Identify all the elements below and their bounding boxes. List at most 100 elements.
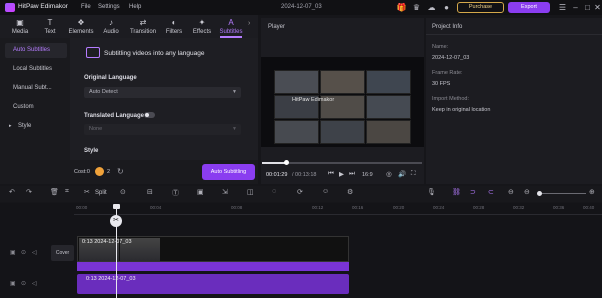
caret-down-icon: ▼: [232, 126, 237, 132]
close-icon[interactable]: ✕: [592, 2, 602, 13]
coin-icon: [95, 167, 104, 176]
refresh-icon[interactable]: ↻: [117, 167, 124, 176]
tab-elements[interactable]: ❖ Elements: [65, 15, 97, 38]
text-icon[interactable]: Ⓣ: [172, 188, 179, 198]
account-icon[interactable]: ●: [441, 2, 452, 13]
ruler-tick: 00:04: [150, 205, 162, 210]
snap-icon[interactable]: ⊂: [488, 188, 494, 196]
auto-subtitling-button[interactable]: Auto Subtitling: [202, 164, 255, 180]
aspect-ratio-select[interactable]: 16:9: [362, 172, 373, 178]
audio-detach-icon[interactable]: ⇲: [222, 188, 228, 196]
tab-effects[interactable]: ✦ Effects: [189, 15, 215, 38]
mask-icon[interactable]: ◌: [272, 188, 276, 195]
play-icon[interactable]: ▶: [339, 170, 344, 178]
tab-subtitles[interactable]: A Subtitles: [217, 15, 245, 38]
track-mute-icon[interactable]: ◁: [32, 249, 37, 256]
crop-icon[interactable]: ⌗: [65, 188, 69, 196]
freeze-icon[interactable]: ◫: [247, 188, 254, 196]
track-visible-icon[interactable]: ▣: [10, 249, 16, 256]
cost-label: Cost:0: [74, 169, 90, 175]
fullscreen-icon[interactable]: ⛶: [411, 170, 416, 178]
ruler-tick: 00:40: [583, 205, 595, 210]
app-logo-icon: [5, 3, 15, 12]
zoom-slider[interactable]: [541, 193, 586, 194]
split-button[interactable]: Split: [95, 190, 107, 196]
app-title: HitPaw Edimakor: [18, 3, 68, 10]
subtitle-track-strip[interactable]: [77, 262, 349, 271]
caret-down-icon: ▼: [232, 89, 237, 95]
scissors-icon[interactable]: ✂: [84, 188, 90, 196]
cloud-icon[interactable]: ☁: [426, 2, 437, 13]
translated-language-select[interactable]: None ▼: [84, 124, 241, 135]
subnav-auto-subtitles[interactable]: Auto Subtitles: [5, 43, 67, 58]
audio-track-visible-icon[interactable]: ▣: [10, 280, 16, 287]
tab-filters[interactable]: ◐ Filters: [162, 15, 186, 38]
name-value: 2024-12-07_03: [432, 55, 470, 61]
skip-forward-icon[interactable]: ⏭: [349, 170, 355, 178]
microphone-icon[interactable]: 🎙: [427, 188, 436, 196]
zoom-in-icon[interactable]: ⊕: [589, 188, 595, 196]
link-icon[interactable]: ⛓: [452, 188, 461, 196]
cover-button[interactable]: Cover: [51, 245, 74, 261]
menu-help[interactable]: Help: [129, 4, 141, 10]
zoom-slider-handle[interactable]: [537, 191, 542, 196]
audio-icon: ♪: [109, 18, 113, 27]
subnav-local-subtitles[interactable]: Local Subtitles: [5, 62, 67, 77]
zoom-fit-icon[interactable]: ⊖: [508, 188, 514, 196]
audio-track-mute-icon[interactable]: ◁: [32, 280, 37, 287]
minimize-icon[interactable]: –: [570, 2, 581, 13]
purchase-button[interactable]: Purchase: [457, 2, 504, 13]
chevron-right-icon[interactable]: ›: [248, 20, 250, 27]
playback-progress-fill: [262, 162, 286, 164]
subnav-custom[interactable]: Custom: [5, 100, 67, 115]
ruler-tick: 00:16: [352, 205, 364, 210]
menu-settings[interactable]: Settings: [98, 4, 120, 10]
speed-icon[interactable]: ⊙: [120, 188, 126, 196]
divider: [426, 34, 602, 35]
video-tile: [366, 95, 411, 119]
playhead-handle[interactable]: [113, 204, 120, 209]
subnav-style[interactable]: Style: [10, 119, 72, 134]
video-call-grid: [274, 70, 412, 146]
sticker-icon[interactable]: ☺: [322, 188, 329, 195]
redo-icon[interactable]: ↷: [26, 188, 32, 196]
delete-icon[interactable]: 🗑: [50, 188, 59, 196]
playback-progress-handle[interactable]: [284, 160, 289, 165]
tab-media[interactable]: ▣ Media: [6, 15, 34, 38]
volume-icon[interactable]: 🔊: [398, 170, 406, 178]
video-tile: [274, 70, 319, 94]
frame-rate-value: 30 FPS: [432, 81, 451, 87]
elements-icon: ❖: [77, 18, 85, 27]
ruler-tick: 00:28: [473, 205, 485, 210]
menu-icon[interactable]: ☰: [557, 2, 568, 13]
snapshot-icon[interactable]: ◎: [386, 170, 392, 178]
tab-text[interactable]: T Text: [38, 15, 62, 38]
skip-back-icon[interactable]: ⏮: [328, 170, 334, 178]
rotate-icon[interactable]: ⟳: [297, 188, 303, 196]
zoom-out-icon[interactable]: ⊖: [524, 188, 530, 196]
ruler-tick: 00:24: [433, 205, 445, 210]
tab-effects-label: Effects: [192, 29, 212, 35]
settings-icon[interactable]: ⚙: [347, 188, 353, 196]
text-tool-icon[interactable]: ⊟: [147, 188, 153, 196]
crown-icon[interactable]: ♛: [411, 2, 422, 13]
subnav-manual-subtitles[interactable]: Manual Subt...: [5, 81, 67, 96]
original-language-select[interactable]: Auto Detect ▼: [84, 87, 241, 98]
magnet-icon[interactable]: ⊃: [470, 188, 476, 196]
gift-icon[interactable]: 🎁: [396, 2, 407, 13]
original-language-label: Original Language: [84, 75, 137, 81]
subtitles-icon: A: [228, 18, 234, 27]
scissors-icon[interactable]: ✂: [110, 215, 122, 227]
undo-icon[interactable]: ↶: [9, 188, 15, 196]
menu-file[interactable]: File: [81, 4, 91, 10]
tab-transition[interactable]: ⇄ Transition: [126, 15, 160, 38]
track-lock-icon[interactable]: ⊙: [21, 249, 26, 256]
export-button[interactable]: Export: [508, 2, 550, 13]
ruler-tick: 00:32: [513, 205, 525, 210]
ruler-tick: 00:08: [231, 205, 243, 210]
tab-audio[interactable]: ♪ Audio: [99, 15, 123, 38]
audio-track-lock-icon[interactable]: ⊙: [21, 280, 26, 287]
cost-count: 2: [107, 169, 111, 175]
video-clip-label: 0:13 2024-12-07_03: [82, 239, 132, 245]
image-icon[interactable]: ▣: [197, 188, 204, 196]
